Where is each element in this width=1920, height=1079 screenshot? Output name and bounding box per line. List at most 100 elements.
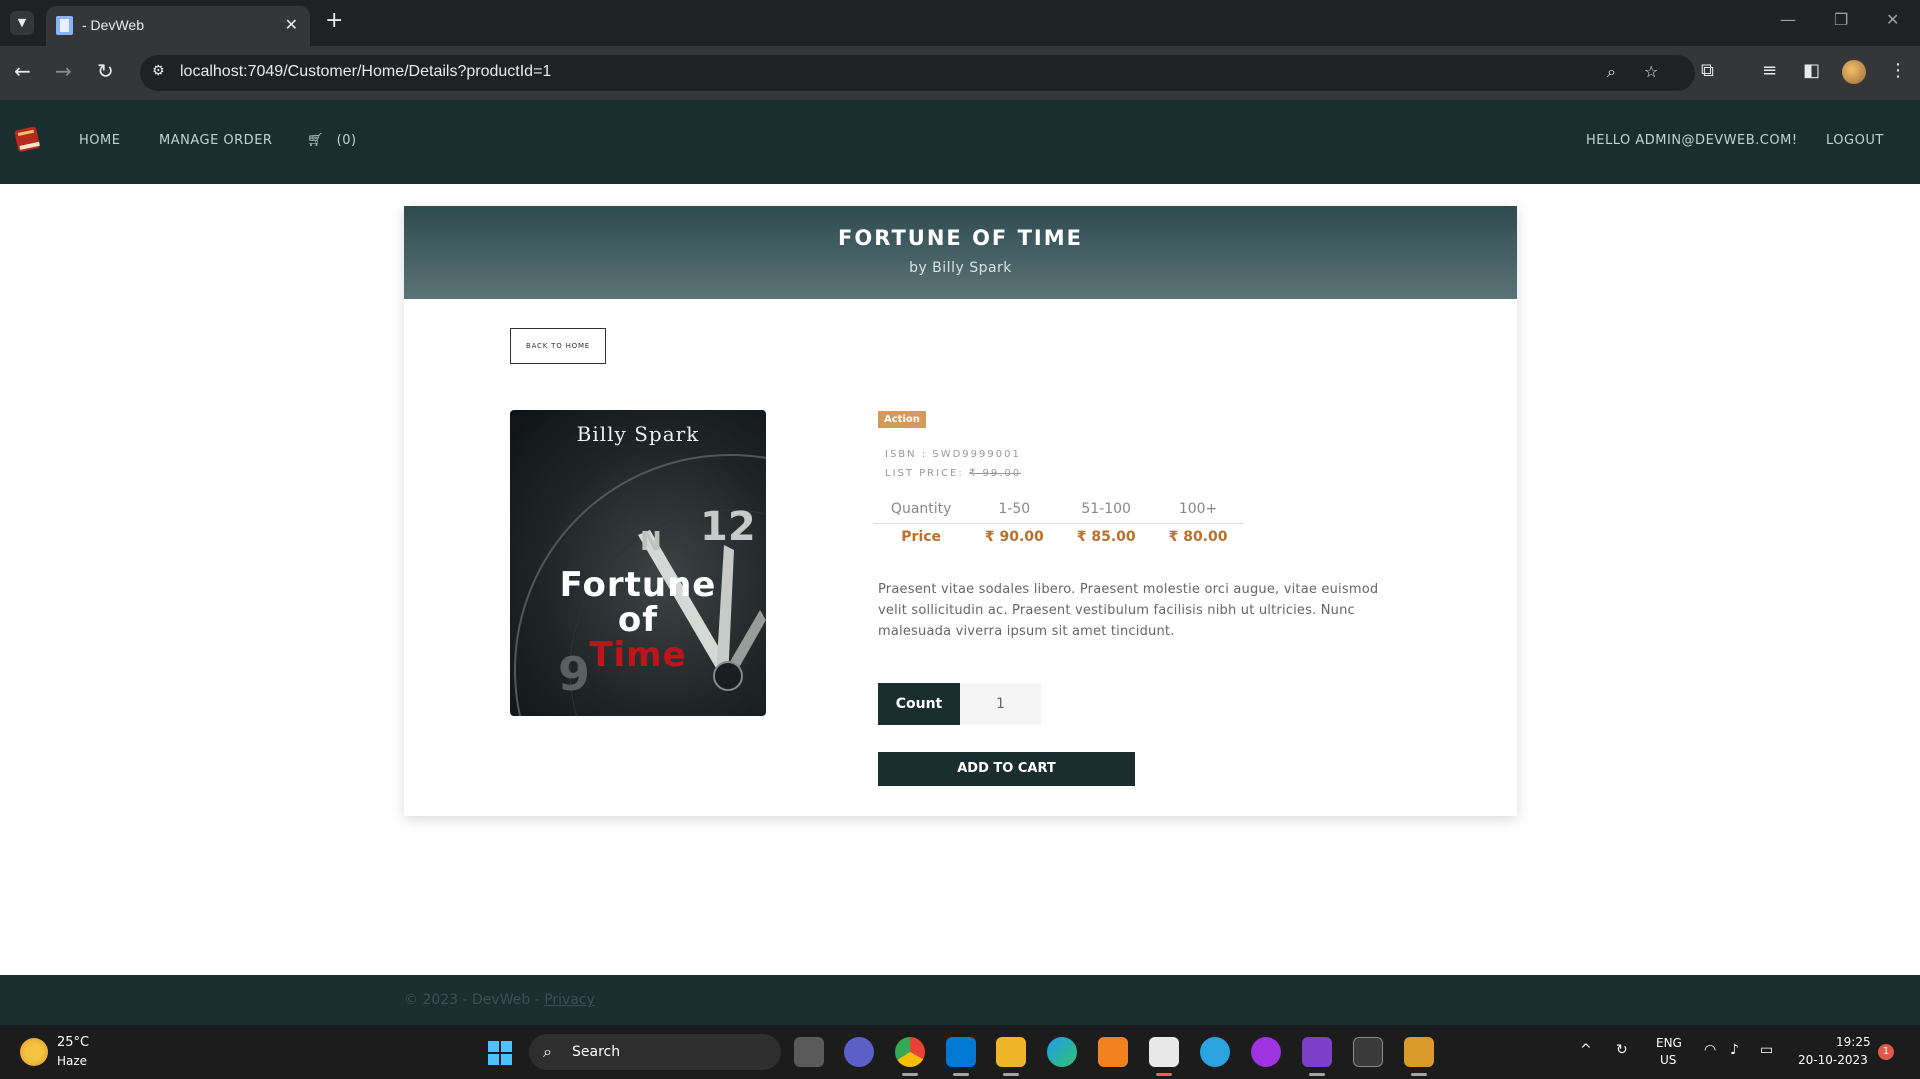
- site-navbar: HOME MANAGE ORDER 🛒︎ (0) HELLO ADMIN@DEV…: [0, 100, 1920, 184]
- browser-toolbar: ← → ↻ ⚙ localhost:7049/Customer/Home/Det…: [0, 46, 1920, 100]
- clock-time[interactable]: 19:25: [1836, 1035, 1871, 1049]
- app-active-indicator: [1411, 1073, 1427, 1076]
- header-tier-2: 51-100: [1060, 495, 1153, 524]
- vscode-active-indicator: [953, 1073, 969, 1076]
- address-bar[interactable]: ⚙ localhost:7049/Customer/Home/Details?p…: [140, 55, 1695, 91]
- sync-icon[interactable]: ↻: [1616, 1042, 1628, 1058]
- teams-chat-icon[interactable]: [844, 1037, 874, 1067]
- nav-manage-order-link[interactable]: MANAGE ORDER: [159, 133, 272, 148]
- cover-author: Billy Spark: [576, 422, 700, 446]
- list-price-value: ₹ 99.00: [968, 468, 1022, 479]
- price-tier-2: ₹ 85.00: [1076, 529, 1136, 546]
- snipping-active-indicator: [1156, 1073, 1172, 1076]
- battery-icon[interactable]: ▭: [1760, 1042, 1773, 1058]
- weather-icon[interactable]: [20, 1038, 48, 1066]
- bookmark-star-icon[interactable]: ☆: [1644, 62, 1658, 81]
- isbn-text: ISBN : SWD9999001: [885, 449, 1021, 460]
- profile-avatar[interactable]: [1842, 60, 1866, 84]
- cover-title-line3: Time: [589, 635, 687, 675]
- header-tier-1: 1-50: [968, 495, 1061, 524]
- whatsapp-icon[interactable]: [1251, 1037, 1281, 1067]
- site-info-icon[interactable]: ⚙: [152, 63, 165, 79]
- language-code[interactable]: ENG: [1656, 1036, 1682, 1050]
- price-tier-3: ₹ 80.00: [1168, 529, 1228, 546]
- tab-list-button[interactable]: ▼: [10, 11, 34, 35]
- cover-title-line2: of: [617, 600, 659, 640]
- back-to-home-button[interactable]: BACK TO HOME: [510, 328, 606, 364]
- visual-studio-icon[interactable]: [1302, 1037, 1332, 1067]
- search-icon: ⌕: [543, 1042, 552, 1061]
- cart-icon: 🛒︎: [307, 133, 325, 148]
- wifi-icon[interactable]: ◠: [1704, 1042, 1716, 1058]
- snipping-tool-icon[interactable]: [1149, 1037, 1179, 1067]
- app-icon[interactable]: [1404, 1037, 1434, 1067]
- extensions-icon[interactable]: ⧉: [1701, 60, 1714, 81]
- page-icon: [56, 16, 73, 35]
- back-arrow-icon[interactable]: ←: [14, 59, 31, 83]
- tab-title: - DevWeb: [82, 17, 144, 33]
- close-window-icon[interactable]: ✕: [1886, 10, 1899, 29]
- search-label: Search: [572, 1044, 621, 1060]
- chevron-up-icon[interactable]: ^: [1580, 1042, 1592, 1058]
- cart-link[interactable]: 🛒︎ (0): [307, 133, 357, 148]
- cover-title-line1: Fortune: [559, 565, 717, 605]
- chrome-active-indicator: [902, 1073, 918, 1076]
- chrome-icon[interactable]: [895, 1037, 925, 1067]
- new-tab-button[interactable]: +: [325, 8, 343, 33]
- taskbar-search[interactable]: ⌕ Search: [529, 1034, 781, 1070]
- close-tab-icon[interactable]: ✕: [285, 15, 298, 34]
- cart-count: (0): [336, 133, 357, 148]
- edge-icon[interactable]: [1047, 1037, 1077, 1067]
- count-label: Count: [878, 683, 960, 725]
- vscode-icon[interactable]: [946, 1037, 976, 1067]
- volume-icon[interactable]: ♪: [1730, 1042, 1739, 1058]
- add-to-cart-button[interactable]: ADD TO CART: [878, 752, 1135, 786]
- start-windows-icon[interactable]: [488, 1041, 512, 1065]
- footer-text: © 2023 - DevWeb - Privacy: [404, 992, 595, 1008]
- site-footer: © 2023 - DevWeb - Privacy: [0, 975, 1920, 1025]
- menu-dots-icon[interactable]: ⋮: [1889, 60, 1907, 81]
- clock-date[interactable]: 20-10-2023: [1798, 1053, 1868, 1067]
- product-title: FORTUNE OF TIME: [838, 226, 1083, 250]
- book-logo-icon[interactable]: [12, 122, 44, 154]
- windows-taskbar: 25°C Haze ⌕ Search ^ ↻ ENG US ◠ ♪ ▭ 19:2…: [0, 1025, 1920, 1079]
- vs-active-indicator: [1309, 1073, 1325, 1076]
- active-tab[interactable]: - DevWeb ✕: [46, 6, 310, 46]
- terminal-icon[interactable]: [1353, 1037, 1383, 1067]
- svg-text:12: 12: [700, 504, 756, 550]
- category-badge: Action: [878, 411, 926, 428]
- url-text[interactable]: localhost:7049/Customer/Home/Details?pro…: [180, 63, 551, 81]
- notification-badge[interactable]: 1: [1878, 1044, 1894, 1060]
- explorer-active-indicator: [1003, 1073, 1019, 1076]
- zoom-icon[interactable]: ⌕: [1607, 62, 1616, 82]
- forward-arrow-icon[interactable]: →: [55, 59, 72, 83]
- price-table-header: Quantity 1-50 51-100 100+: [874, 495, 1244, 524]
- book-cover-image: 12 N 9 Billy Spark Fortune of Time: [510, 410, 766, 716]
- price-label: Price: [901, 529, 942, 546]
- nav-home-link[interactable]: HOME: [79, 133, 120, 148]
- list-price-label: LIST PRICE:: [885, 468, 969, 479]
- region-code[interactable]: US: [1660, 1053, 1676, 1067]
- user-greeting-link[interactable]: HELLO ADMIN@DEVWEB.COM!: [1586, 133, 1798, 148]
- product-author: by Billy Spark: [909, 260, 1012, 276]
- side-panel-icon[interactable]: ◧: [1803, 60, 1820, 81]
- product-description: Praesent vitae sodales libero. Praesent …: [878, 582, 1379, 639]
- logout-link[interactable]: LOGOUT: [1826, 133, 1884, 148]
- reload-icon[interactable]: ↻: [97, 59, 114, 83]
- list-price: LIST PRICE: ₹ 99.00: [885, 468, 1021, 479]
- task-view-icon[interactable]: [794, 1037, 824, 1067]
- price-table-row: Price ₹ 90.00 ₹ 85.00 ₹ 80.00: [874, 523, 1244, 551]
- telegram-icon[interactable]: [1200, 1037, 1230, 1067]
- sublime-text-icon[interactable]: [1098, 1037, 1128, 1067]
- weather-temperature[interactable]: 25°C: [57, 1035, 89, 1050]
- restore-icon[interactable]: ❐: [1834, 10, 1848, 29]
- privacy-link[interactable]: Privacy: [544, 992, 595, 1008]
- media-control-icon[interactable]: ≡: [1762, 60, 1777, 81]
- product-details-card: FORTUNE OF TIME by Billy Spark BACK TO H…: [404, 206, 1517, 816]
- svg-text:N: N: [640, 527, 662, 557]
- file-explorer-icon[interactable]: [996, 1037, 1026, 1067]
- weather-condition[interactable]: Haze: [57, 1054, 87, 1068]
- browser-tab-bar: ▼ - DevWeb ✕ + — ❐ ✕: [0, 0, 1920, 46]
- minimize-icon[interactable]: —: [1780, 10, 1796, 29]
- count-input[interactable]: [960, 683, 1041, 725]
